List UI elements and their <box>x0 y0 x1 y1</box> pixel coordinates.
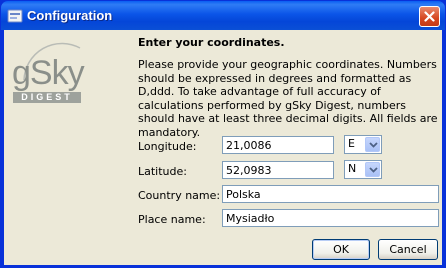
cancel-button[interactable]: Cancel <box>378 239 438 260</box>
place-input[interactable] <box>222 209 439 227</box>
configuration-window: Configuration gSky DIGEST Enter your coo… <box>0 0 446 268</box>
longitude-dropdown-button[interactable] <box>365 137 380 152</box>
chevron-down-icon <box>369 167 378 173</box>
latitude-direction-select[interactable]: N <box>344 160 382 179</box>
longitude-direction-value: E <box>348 137 355 150</box>
dialog-heading: Enter your coordinates. <box>138 36 285 49</box>
ok-button[interactable]: OK <box>312 239 370 260</box>
chevron-down-icon <box>369 142 378 148</box>
dialog-description: Please provide your geographic coordinat… <box>138 58 438 139</box>
window-title: Configuration <box>27 8 113 23</box>
logo-brand: gSky <box>12 54 85 92</box>
app-icon <box>7 8 23 24</box>
title-bar[interactable]: Configuration <box>1 1 445 30</box>
close-button[interactable] <box>419 6 440 27</box>
gsky-logo: gSky DIGEST <box>10 40 92 112</box>
dialog-body: gSky DIGEST Enter your coordinates. Plea… <box>4 30 442 265</box>
close-icon <box>424 11 435 22</box>
country-label: Country name: <box>138 189 221 202</box>
latitude-label: Latitude: <box>138 165 187 178</box>
latitude-input[interactable] <box>222 161 334 179</box>
latitude-dropdown-button[interactable] <box>365 162 380 177</box>
logo-digest: DIGEST <box>13 92 81 103</box>
country-input[interactable] <box>222 185 439 203</box>
longitude-input[interactable] <box>222 136 334 154</box>
longitude-direction-select[interactable]: E <box>344 135 382 154</box>
place-label: Place name: <box>138 213 206 226</box>
longitude-label: Longitude: <box>138 140 197 153</box>
latitude-direction-value: N <box>348 162 357 175</box>
